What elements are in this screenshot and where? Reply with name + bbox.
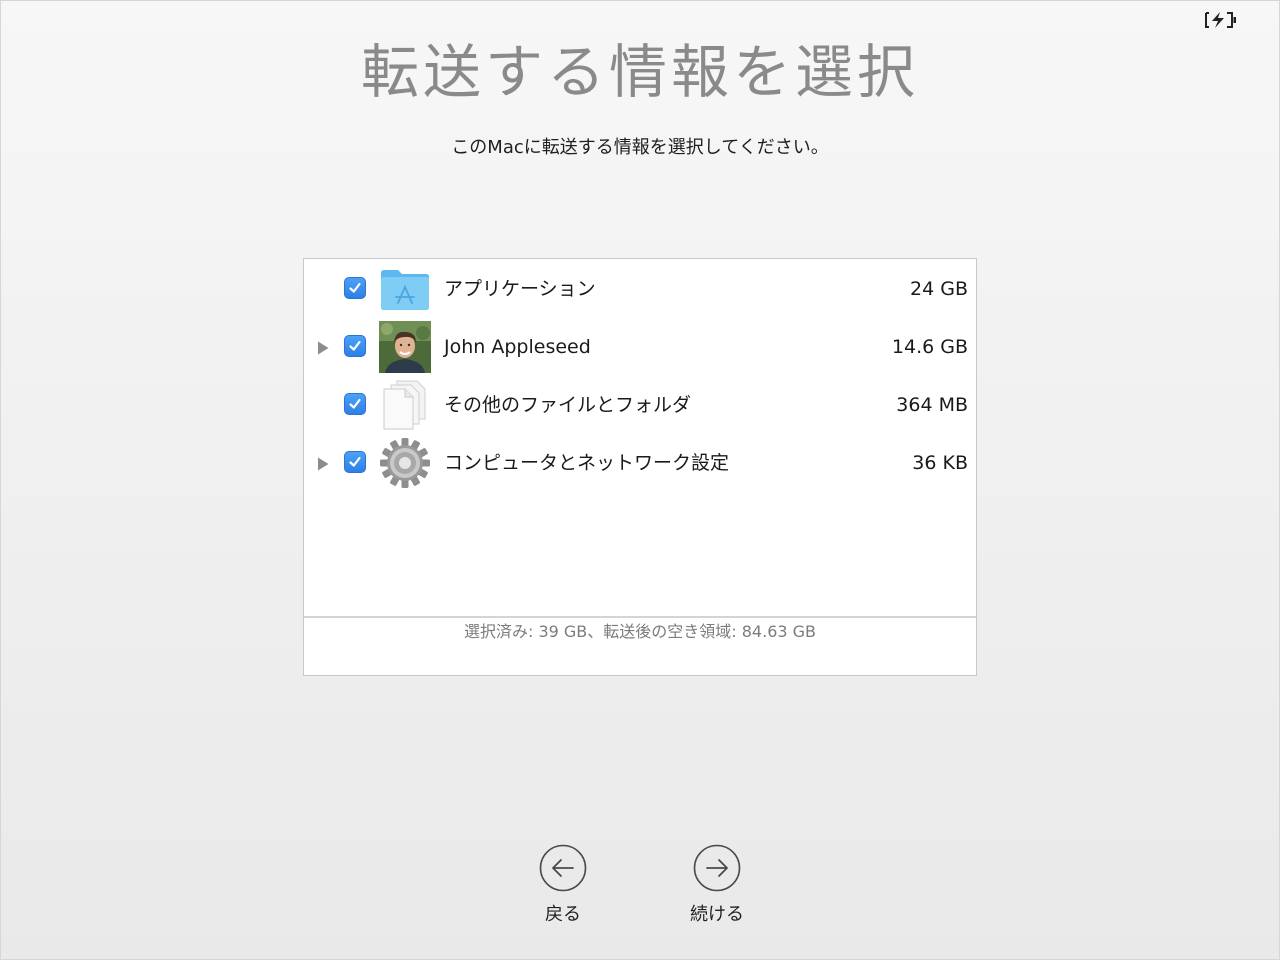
list-item-user-account[interactable]: John Appleseed 14.6 GB: [304, 318, 976, 376]
item-label: アプリケーション: [444, 278, 596, 300]
disclosure-triangle-icon[interactable]: [316, 456, 330, 471]
page-title: 転送する情報を選択: [360, 38, 919, 106]
other-files-checkbox[interactable]: [344, 393, 366, 415]
list-item-other-files[interactable]: その他のファイルとフォルダ 364 MB: [304, 376, 976, 434]
continue-label: 続ける: [690, 904, 744, 925]
applications-checkbox[interactable]: [344, 277, 366, 299]
list-item-computer-settings[interactable]: コンピュータとネットワーク設定 36 KB: [304, 434, 976, 492]
migration-items-panel: アプリケーション 24 GB John Appleseed 14.6 GB その…: [303, 258, 977, 676]
item-label: コンピュータとネットワーク設定: [444, 452, 730, 474]
applications-folder-icon: [379, 263, 431, 315]
gear-icon: [379, 437, 431, 489]
disclosure-triangle-icon[interactable]: [316, 340, 330, 355]
item-label: John Appleseed: [444, 336, 591, 358]
battery-charging-icon: [1203, 11, 1239, 29]
item-size: 24 GB: [910, 278, 968, 300]
arrow-left-circle-icon[interactable]: [539, 844, 587, 892]
item-label: その他のファイルとフォルダ: [444, 394, 692, 416]
documents-icon: [379, 379, 431, 431]
migration-items-list: アプリケーション 24 GB John Appleseed 14.6 GB その…: [304, 259, 976, 617]
item-size: 364 MB: [896, 394, 968, 416]
user-account-checkbox[interactable]: [344, 335, 366, 357]
list-divider: [304, 616, 976, 618]
computer-settings-checkbox[interactable]: [344, 451, 366, 473]
back-label: 戻る: [545, 904, 581, 925]
item-size: 14.6 GB: [891, 336, 968, 358]
transfer-summary: 選択済み: 39 GB、転送後の空き領域: 84.63 GB: [463, 622, 817, 641]
back-button[interactable]: 戻る: [523, 844, 603, 934]
arrow-right-circle-icon[interactable]: [693, 844, 741, 892]
page-subtitle: このMacに転送する情報を選択してください。: [451, 137, 829, 158]
continue-button[interactable]: 続ける: [677, 844, 757, 934]
list-item-applications[interactable]: アプリケーション 24 GB: [304, 260, 976, 318]
user-photo-icon: [379, 321, 431, 373]
item-size: 36 KB: [912, 452, 968, 474]
